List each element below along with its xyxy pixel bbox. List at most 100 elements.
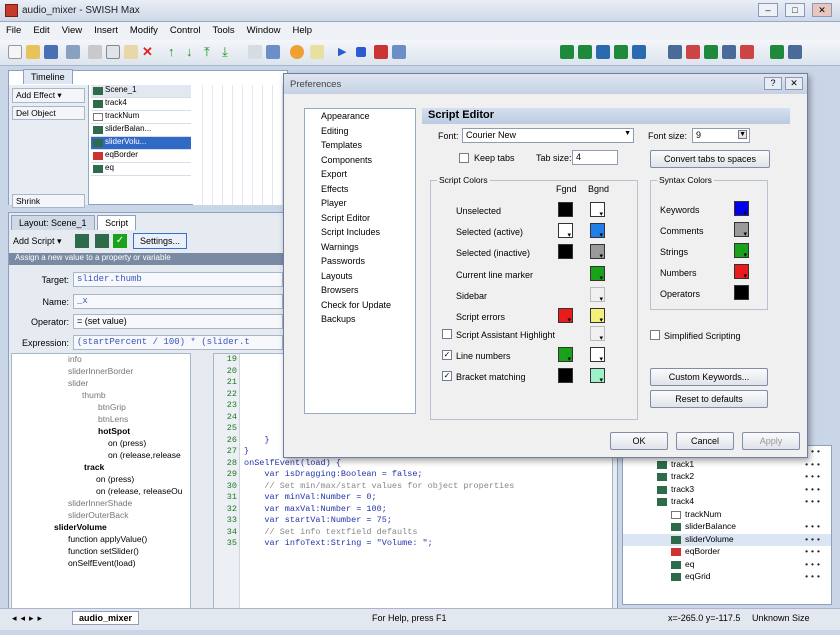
movie-icon[interactable] — [740, 45, 754, 59]
script-wizard-icon[interactable] — [95, 234, 109, 248]
outline-row[interactable]: trackNum — [623, 509, 831, 522]
delete-icon[interactable]: ✕ — [142, 45, 156, 59]
menu-insert[interactable]: Insert — [88, 22, 124, 39]
apply-button[interactable]: Apply — [742, 432, 800, 450]
script-assistant-highlight-checkbox[interactable] — [442, 329, 452, 339]
info-icon[interactable] — [310, 45, 324, 59]
tree-item[interactable]: info — [12, 354, 190, 366]
insert-image-icon[interactable] — [632, 45, 646, 59]
group-icon[interactable] — [248, 45, 262, 59]
category-item[interactable]: Backups — [305, 314, 415, 329]
category-item[interactable]: Script Includes — [305, 227, 415, 242]
step-icon[interactable] — [392, 45, 406, 59]
menu-file[interactable]: File — [0, 22, 27, 39]
tree-item[interactable]: on (press) — [12, 474, 190, 486]
maximize-button[interactable]: □ — [785, 3, 805, 17]
simplified-scripting-checkbox[interactable] — [650, 330, 660, 340]
bgnd-swatch[interactable] — [590, 223, 605, 239]
tree-item[interactable]: track — [12, 462, 190, 474]
timeline-row[interactable]: eqBorder — [91, 150, 191, 163]
add-effect-button[interactable]: Add Effect ▾ — [12, 88, 85, 103]
settings-button[interactable]: Settings... — [133, 233, 188, 249]
tree-item[interactable]: function applyValue() — [12, 534, 190, 546]
bgnd-swatch[interactable] — [590, 244, 605, 260]
custom-keywords-button[interactable]: Custom Keywords... — [650, 368, 768, 386]
fgnd-swatch[interactable] — [558, 368, 573, 384]
bgnd-swatch[interactable] — [590, 287, 605, 303]
dialog-help-button[interactable]: ? — [764, 77, 782, 90]
tree-item[interactable]: on (release,release — [12, 450, 190, 462]
insert-sprite-icon[interactable] — [614, 45, 628, 59]
category-item[interactable]: Player — [305, 198, 415, 213]
tab-timeline[interactable]: Timeline — [23, 69, 73, 84]
numbers-swatch[interactable] — [734, 264, 749, 280]
convert-tabs-button[interactable]: Convert tabs to spaces — [650, 150, 770, 168]
insert-scene-icon[interactable] — [560, 45, 574, 59]
arrow-bottom-icon[interactable]: ⤓ — [222, 45, 236, 59]
target-field[interactable]: slider.thumb — [73, 272, 283, 287]
timeline-row[interactable]: sliderBalan... — [91, 124, 191, 137]
tree-item[interactable]: sliderInnerBorder — [12, 366, 190, 378]
menu-modify[interactable]: Modify — [124, 22, 164, 39]
line-numbers-checkbox[interactable]: ✓ — [442, 350, 452, 360]
preview-icon[interactable] — [788, 45, 802, 59]
tree-item[interactable]: thumb — [12, 390, 190, 402]
category-item[interactable]: Layouts — [305, 271, 415, 286]
timeline-row-selected[interactable]: sliderVolu... — [91, 137, 191, 150]
tree-item[interactable]: function setSlider() — [12, 546, 190, 558]
new-file-icon[interactable] — [8, 45, 22, 59]
outline-row[interactable]: eq ••• — [623, 559, 831, 572]
keep-tabs-checkbox[interactable] — [459, 153, 469, 163]
menu-control[interactable]: Control — [164, 22, 207, 39]
bgnd-swatch[interactable] — [590, 202, 605, 218]
font-select[interactable]: Courier New ▼ — [462, 128, 634, 143]
outline-row[interactable]: eqBorder ••• — [623, 546, 831, 559]
sound-icon[interactable] — [722, 45, 736, 59]
operator-select[interactable]: = (set value) — [73, 314, 283, 329]
arrow-down-icon[interactable]: ↓ — [186, 45, 200, 59]
outline-row[interactable]: track4 ••• — [623, 496, 831, 509]
paste-icon[interactable] — [124, 45, 138, 59]
publish-icon[interactable] — [770, 45, 784, 59]
category-item-selected[interactable]: Script Editor — [305, 213, 415, 228]
script-object-icon[interactable] — [75, 234, 89, 248]
outline-row[interactable]: track3 ••• — [623, 484, 831, 497]
record-icon[interactable] — [374, 45, 388, 59]
menu-edit[interactable]: Edit — [27, 22, 55, 39]
timeline-row[interactable]: trackNum — [91, 111, 191, 124]
fgnd-swatch[interactable] — [558, 308, 573, 324]
play-icon[interactable]: ▶ — [338, 45, 352, 59]
category-item[interactable]: Check for Update — [305, 300, 415, 315]
tree-item[interactable]: onSelfEvent(load) — [12, 558, 190, 570]
effect-icon[interactable] — [686, 45, 700, 59]
name-field[interactable]: _x — [73, 294, 283, 309]
minimize-button[interactable]: – — [758, 3, 778, 17]
category-item[interactable]: Effects — [305, 184, 415, 199]
tree-item[interactable]: sliderVolume — [12, 522, 190, 534]
bgnd-swatch[interactable] — [590, 308, 605, 324]
open-folder-icon[interactable] — [26, 45, 40, 59]
tree-item[interactable]: on (press) — [12, 438, 190, 450]
menu-tools[interactable]: Tools — [206, 22, 240, 39]
cancel-button[interactable]: Cancel — [676, 432, 734, 450]
tree-item[interactable]: btnGrip — [12, 402, 190, 414]
category-item[interactable]: Browsers — [305, 285, 415, 300]
keywords-swatch[interactable] — [734, 201, 749, 217]
fgnd-swatch[interactable] — [558, 202, 573, 218]
shape-icon[interactable] — [668, 45, 682, 59]
close-button[interactable]: ✕ — [812, 3, 832, 17]
category-item[interactable]: Editing — [305, 126, 415, 141]
copy-icon[interactable] — [106, 45, 120, 59]
category-item[interactable]: Export — [305, 169, 415, 184]
tree-item[interactable]: on (release, releaseOu — [12, 486, 190, 498]
outline-row[interactable]: sliderVolume ••• — [623, 533, 831, 546]
ungroup-icon[interactable] — [266, 45, 280, 59]
reset-defaults-button[interactable]: Reset to defaults — [650, 390, 768, 408]
expression-field[interactable]: (startPercent / 100) * (slider.t — [73, 335, 283, 350]
tree-item[interactable]: btnLens — [12, 414, 190, 426]
menu-window[interactable]: Window — [241, 22, 287, 39]
timeline-frames[interactable] — [193, 85, 288, 205]
category-item[interactable]: Passwords — [305, 256, 415, 271]
stop-icon[interactable] — [356, 47, 366, 57]
nav-arrows-icon[interactable]: ◂◂▸▸ — [12, 613, 46, 624]
